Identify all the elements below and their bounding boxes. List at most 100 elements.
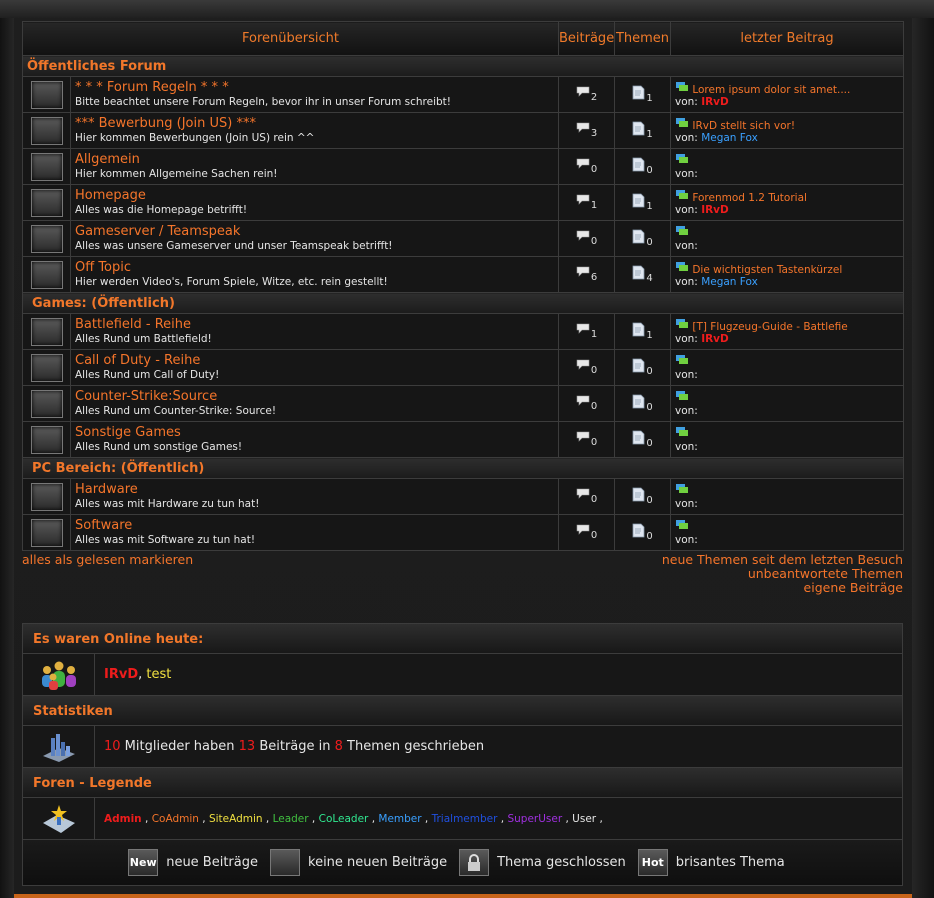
chat-bubbles-icon[interactable] xyxy=(675,118,689,132)
category-title[interactable]: Öffentliches Forum xyxy=(22,55,904,77)
forum-name-link[interactable]: Hardware xyxy=(75,482,558,497)
stat-text-2: Beiträge in xyxy=(255,739,335,754)
chat-bubbles-icon[interactable] xyxy=(675,154,689,168)
last-post-title-link[interactable]: Die wichtigsten Tastenkürzel xyxy=(692,264,842,276)
category-row: PC Bereich: (Öffentlich) xyxy=(22,457,904,479)
topics-count: 0 xyxy=(646,531,653,542)
folder-icon xyxy=(30,224,63,253)
speech-bubble-icon xyxy=(576,230,590,244)
chat-bubbles-icon[interactable] xyxy=(675,226,689,240)
mark-read-link[interactable]: alles als gelesen markieren xyxy=(22,552,193,567)
forum-name-link[interactable]: Counter-Strike:Source xyxy=(75,389,558,404)
last-post-cell: von: xyxy=(670,349,904,386)
last-post-by-label: von: xyxy=(675,240,698,252)
forum-row: Hardware Alles was mit Hardware zu tun h… xyxy=(22,478,904,515)
rank-siteadmin: SiteAdmin xyxy=(208,812,263,825)
rank-superuser: SuperUser xyxy=(507,812,563,825)
last-post-cell: von: xyxy=(670,514,904,551)
topics-count-cell: 1 xyxy=(614,184,671,221)
rank-separator: , xyxy=(562,812,573,825)
speech-bubble-icon xyxy=(576,431,590,445)
forum-description: Hier kommen Bewerbungen (Join US) rein ^… xyxy=(75,131,315,144)
last-post-cell: Die wichtigsten Tastenkürzel von: Megan … xyxy=(670,256,904,293)
rank-admin: Admin xyxy=(104,812,142,825)
rank-user: User xyxy=(572,812,597,825)
last-post-user-link[interactable]: IRvD xyxy=(701,204,729,216)
forum-description: Bitte beachtet unsere Forum Regeln, bevo… xyxy=(75,95,452,108)
topics-count-cell: 0 xyxy=(614,385,671,422)
rank-separator: , xyxy=(262,812,273,825)
document-icon xyxy=(632,85,645,103)
rank-list: Admin , CoAdmin , SiteAdmin , Leader , C… xyxy=(95,798,606,839)
forum-name-link[interactable]: * * * Forum Regeln * * * xyxy=(75,80,558,95)
forum-table-header: Forenübersicht Beiträge Themen letzter B… xyxy=(22,21,904,56)
unanswered-link[interactable]: unbeantwortete Themen xyxy=(748,566,903,581)
chat-bubbles-icon[interactable] xyxy=(675,190,689,204)
forum-info-cell: * * * Forum Regeln * * * Bitte beachtet … xyxy=(70,76,559,113)
posts-count: 0 xyxy=(590,365,598,376)
chat-bubbles-icon[interactable] xyxy=(675,355,689,369)
chat-bubbles-icon[interactable] xyxy=(675,82,689,96)
new-topics-link[interactable]: neue Themen seit dem letzten Besuch xyxy=(662,552,903,567)
forum-name-link[interactable]: Gameserver / Teamspeak xyxy=(75,224,558,239)
last-post-by-label: von: xyxy=(675,369,698,381)
forum-links: alles als gelesen markieren neue Themen … xyxy=(22,551,903,623)
last-post-title-link[interactable]: Lorem ipsum dolor sit amet.... xyxy=(692,84,850,96)
forum-status-cell xyxy=(22,385,71,422)
last-post-user-link[interactable]: IRvD xyxy=(701,333,729,345)
forum-info-cell: Call of Duty - Reihe Alles Rund um Call … xyxy=(70,349,559,386)
chat-bubbles-icon[interactable] xyxy=(675,427,689,441)
chat-bubbles-icon[interactable] xyxy=(675,484,689,498)
hot-topic-label: brisantes Thema xyxy=(675,855,785,870)
last-post-by-label: von: xyxy=(675,132,698,144)
forum-name-link[interactable]: Call of Duty - Reihe xyxy=(75,353,558,368)
online-user-test[interactable]: test xyxy=(146,667,171,682)
last-post-by-label: von: xyxy=(675,333,698,345)
online-user-admin[interactable]: IRvD xyxy=(104,667,138,682)
forum-description: Alles Rund um Battlefield! xyxy=(75,332,212,345)
chat-bubbles-icon[interactable] xyxy=(675,391,689,405)
forum-name-link[interactable]: Allgemein xyxy=(75,152,558,167)
forum-name-link[interactable]: *** Bewerbung (Join US) *** xyxy=(75,116,558,131)
posts-count: 0 xyxy=(590,236,598,247)
forum-status-cell xyxy=(22,514,71,551)
forum-name-link[interactable]: Software xyxy=(75,518,558,533)
chat-bubbles-icon[interactable] xyxy=(675,262,689,276)
last-post-user-link[interactable]: IRvD xyxy=(701,96,729,108)
posts-count-cell: 0 xyxy=(558,385,615,422)
forum-name-link[interactable]: Sonstige Games xyxy=(75,425,558,440)
posts-count: 0 xyxy=(590,437,598,448)
topics-count-cell: 0 xyxy=(614,514,671,551)
online-row: IRvD , test xyxy=(23,654,902,696)
last-post-user-link[interactable]: Megan Fox xyxy=(701,276,758,288)
topics-count: 0 xyxy=(646,366,653,377)
speech-bubble-icon xyxy=(576,86,590,100)
stat-text-3: Themen geschrieben xyxy=(342,739,485,754)
last-post-by-label: von: xyxy=(675,498,698,510)
category-title[interactable]: PC Bereich: (Öffentlich) xyxy=(22,457,904,479)
forum-row: Sonstige Games Alles Rund um sonstige Ga… xyxy=(22,421,904,458)
document-icon xyxy=(632,229,645,247)
forum-name-link[interactable]: Off Topic xyxy=(75,260,558,275)
chat-bubbles-icon[interactable] xyxy=(675,520,689,534)
last-post-title-link[interactable]: [T] Flugzeug-Guide - Battlefie xyxy=(692,321,847,333)
chat-bubbles-icon[interactable] xyxy=(675,319,689,333)
forum-name-link[interactable]: Homepage xyxy=(75,188,558,203)
forum-row: Homepage Alles was die Homepage betrifft… xyxy=(22,184,904,221)
stat-members-count: 10 xyxy=(104,739,121,754)
document-icon xyxy=(632,487,645,505)
last-post-cell: von: xyxy=(670,220,904,257)
last-post-title-link[interactable]: Forenmod 1.2 Tutorial xyxy=(692,192,807,204)
rank-separator: , xyxy=(308,812,319,825)
forum-info-cell: Gameserver / Teamspeak Alles was unsere … xyxy=(70,220,559,257)
own-posts-link[interactable]: eigene Beiträge xyxy=(804,580,903,595)
topics-count-cell: 0 xyxy=(614,421,671,458)
forum-info-cell: Software Alles was mit Software zu tun h… xyxy=(70,514,559,551)
locked-label: Thema geschlossen xyxy=(497,855,626,870)
stat-text-1: Mitglieder haben xyxy=(120,739,239,754)
forum-name-link[interactable]: Battlefield - Reihe xyxy=(75,317,558,332)
category-title[interactable]: Games: (Öffentlich) xyxy=(22,292,904,314)
last-post-user-link[interactable]: Megan Fox xyxy=(701,132,758,144)
last-post-title-link[interactable]: IRvD stellt sich vor! xyxy=(692,120,795,132)
speech-bubble-icon xyxy=(576,323,590,337)
